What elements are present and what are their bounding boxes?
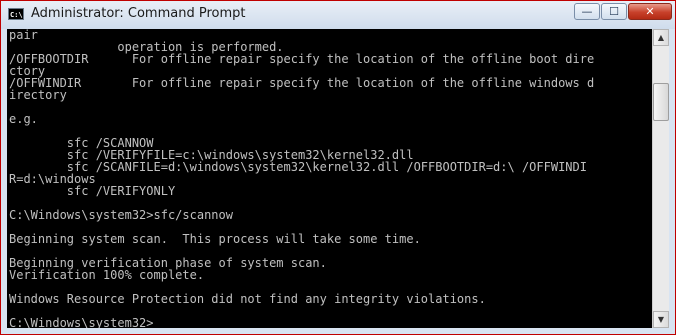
console-text: pair operation is performed. /OFFBOOTDIR…	[7, 29, 652, 328]
console-line: Windows Resource Protection did not find…	[9, 292, 486, 306]
console-line: C:\Windows\system32>	[9, 316, 154, 328]
window-title: Administrator: Command Prompt	[31, 6, 246, 21]
vertical-scrollbar[interactable]: ▲ ▼	[652, 29, 669, 328]
scroll-down-button[interactable]: ▼	[653, 311, 669, 328]
title-bar[interactable]: C:\ Administrator: Command Prompt — ☐ ✕	[1, 1, 675, 29]
scroll-thumb[interactable]	[653, 83, 669, 121]
command-prompt-icon[interactable]: C:\	[8, 8, 24, 20]
console-line: /OFFWINDIR For offline repair specify th…	[9, 76, 595, 90]
close-button[interactable]: ✕	[628, 3, 672, 20]
console-line: irectory	[9, 88, 67, 102]
command-prompt-window: C:\ Administrator: Command Prompt — ☐ ✕ …	[0, 0, 676, 335]
window-bottom-border	[1, 328, 675, 334]
console-output[interactable]: pair operation is performed. /OFFBOOTDIR…	[7, 29, 652, 328]
console-line: e.g.	[9, 112, 38, 126]
minimize-button[interactable]: —	[574, 3, 600, 20]
scroll-up-button[interactable]: ▲	[653, 29, 669, 46]
console-line: sfc /VERIFYONLY	[9, 184, 176, 198]
console-line: Beginning system scan. This process will…	[9, 232, 421, 246]
console-line: Verification 100% complete.	[9, 268, 205, 282]
console-line: C:\Windows\system32>sfc/scannow	[9, 208, 233, 222]
maximize-button[interactable]: ☐	[601, 3, 627, 20]
console-line: /OFFBOOTDIR For offline repair specify t…	[9, 52, 595, 66]
